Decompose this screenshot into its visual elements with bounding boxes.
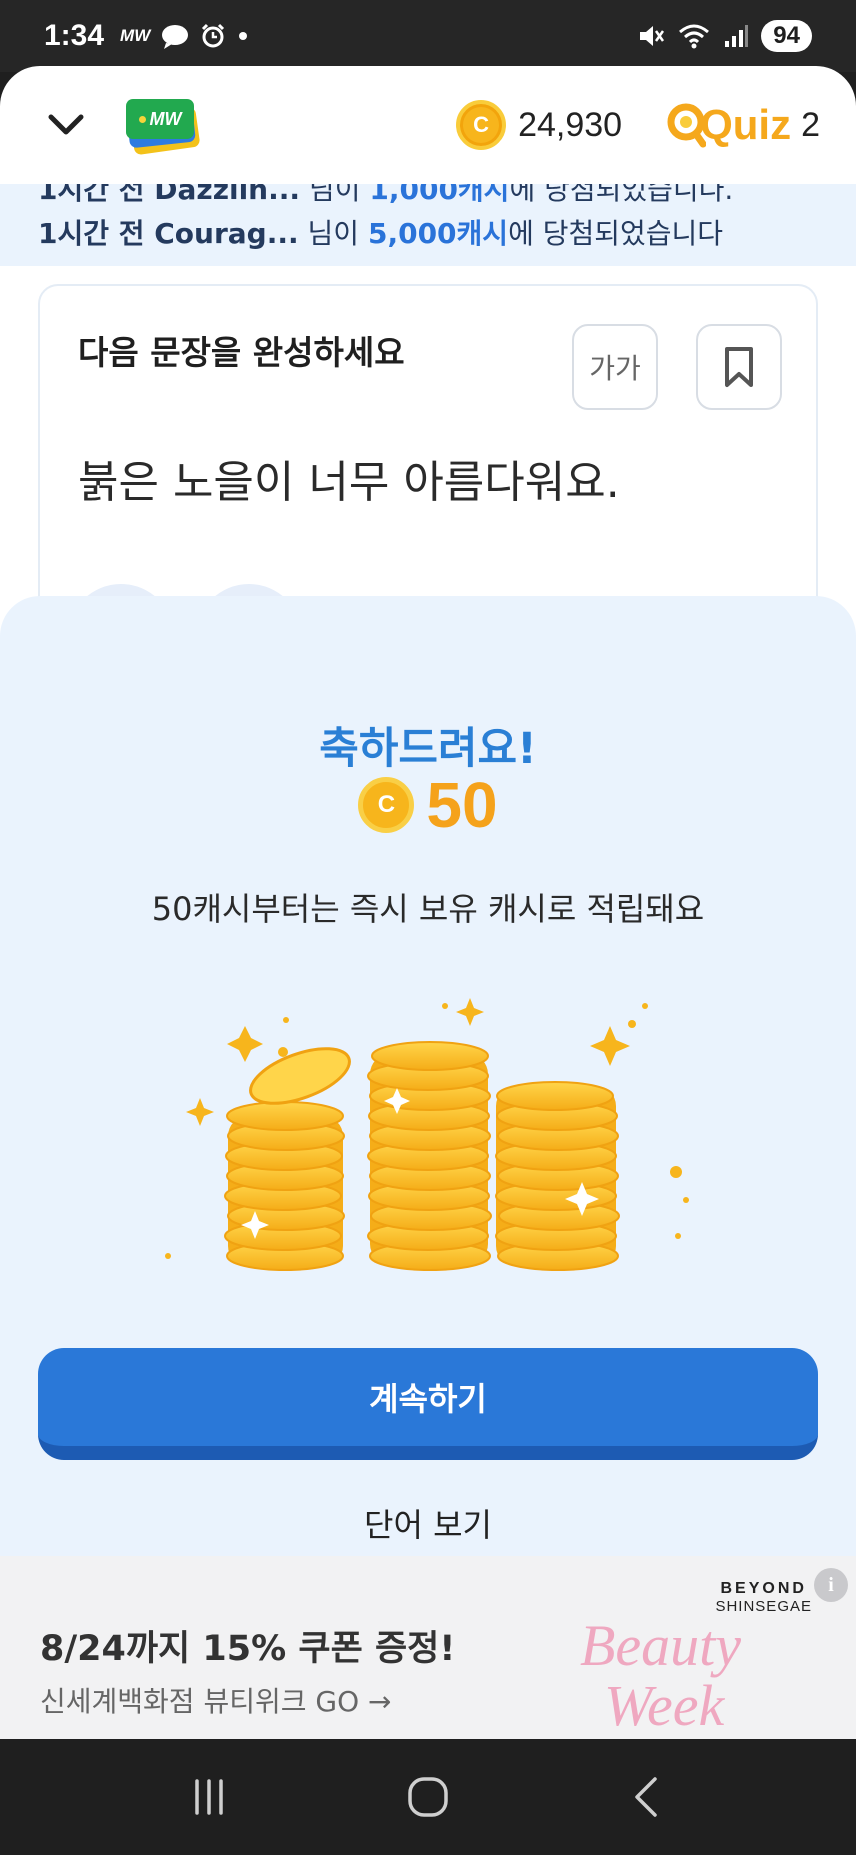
back-icon — [634, 1777, 657, 1817]
status-bar: 1:34 MW 94 — [0, 0, 856, 72]
bookmark-icon — [725, 347, 753, 387]
logo-text: MW — [149, 108, 182, 129]
app-window: MW C 24,930 Quiz 2 1시간 전 Dazzlin... 님이 1… — [0, 66, 856, 1739]
coin-stack-middle — [367, 1041, 492, 1271]
chevron-down-icon — [48, 114, 84, 135]
coin-symbol: C — [473, 112, 490, 137]
ticker-amount: 5,000캐시 — [367, 217, 509, 250]
signal-icon — [725, 25, 749, 47]
ticker-user: 1시간 전 Dazzlin... — [38, 184, 301, 206]
mute-icon — [640, 26, 665, 46]
ticker-user: 1시간 전 Courag... — [38, 217, 299, 250]
ad-banner[interactable]: 8/24까지 15% 쿠폰 증정! 신세계백화점 뷰티위크 GO → BEYON… — [0, 1556, 856, 1739]
recent-apps-button[interactable] — [169, 1757, 249, 1837]
font-size-label: 가가 — [589, 352, 641, 385]
question-card: 다음 문장을 완성하세요 가가 붉은 노을이 너무 아름다워요. — [38, 284, 818, 690]
quiz-counter[interactable]: Quiz 2 — [666, 101, 820, 149]
app-header: MW C 24,930 Quiz 2 — [0, 66, 856, 184]
header-stats: C 24,930 Quiz 2 — [456, 100, 820, 150]
collapse-button[interactable] — [36, 95, 96, 155]
font-size-button[interactable]: 가가 — [572, 324, 658, 410]
cash-balance[interactable]: 24,930 — [518, 106, 622, 145]
ticker-line: 1시간 전 Dazzlin... 님이 1,000캐시에 당첨되었습니다. — [38, 184, 856, 212]
coin-stack-left — [224, 1047, 351, 1271]
coin-stack-right — [495, 1081, 620, 1271]
recent-apps-icon — [195, 1779, 224, 1815]
wifi-icon — [679, 24, 710, 49]
chat-notification-icon — [162, 25, 189, 49]
reward-description: 50캐시부터는 즉시 보유 캐시로 적립돼요 — [151, 890, 705, 928]
ticker-mid: 님이 — [298, 217, 368, 250]
mw-notification-icon: MW — [120, 26, 151, 45]
question-prompt: 다음 문장을 완성하세요 — [78, 333, 405, 372]
reward-modal: 축하드려요! C 50 50캐시부터는 즉시 보유 캐시로 적립돼요 계속하기 … — [0, 596, 856, 1556]
modal-title: 축하드려요! — [319, 724, 537, 774]
bookmark-button[interactable] — [696, 324, 782, 410]
ad-visual-line1: Beauty — [580, 1613, 742, 1678]
home-button[interactable] — [388, 1757, 468, 1837]
ticker-suffix: 에 당첨되었습니다 — [508, 217, 724, 250]
coin-stacks-illustration — [165, 998, 689, 1271]
system-nav-bar — [0, 1739, 856, 1855]
status-notification-icons: MW — [120, 23, 250, 49]
logo-card-green: MW — [126, 99, 194, 139]
ad-info-icon[interactable]: i — [814, 1568, 848, 1602]
quiz-count: 2 — [801, 105, 820, 144]
coin-icon: C — [358, 777, 415, 833]
reward-amount: 50 — [426, 769, 498, 841]
status-time: 1:34 — [44, 19, 105, 52]
ticker-suffix: 에 당첨되었습니다. — [509, 184, 734, 206]
winner-ticker: 1시간 전 Dazzlin... 님이 1,000캐시에 당첨되었습니다. 1시… — [0, 184, 856, 266]
continue-label: 계속하기 — [369, 1380, 487, 1418]
ticker-amount: 1,000캐시 — [369, 184, 510, 206]
ad-visual-line2: Week — [604, 1673, 725, 1738]
ad-title: 8/24까지 15% 쿠폰 증정! — [40, 1629, 456, 1669]
coin-symbol: C — [377, 791, 396, 818]
status-system-icons: 94 — [637, 20, 812, 52]
dot-icon — [239, 32, 248, 40]
view-word-button[interactable]: 단어 보기 — [0, 1500, 856, 1546]
quiz-label: Quiz — [700, 101, 792, 148]
question-sentence: 붉은 노을이 너무 아름다워요. — [78, 457, 620, 508]
back-button[interactable] — [607, 1757, 687, 1837]
ad-brand-line1: BEYOND — [720, 1580, 807, 1597]
alarm-icon — [202, 23, 225, 48]
reward-amount-row: C 50 — [0, 768, 856, 842]
ad-visual: Beauty Week — [580, 1616, 741, 1736]
ticker-line: 1시간 전 Courag... 님이 5,000캐시에 당첨되었습니다 — [38, 212, 856, 256]
battery-indicator: 94 — [761, 20, 812, 52]
ad-brand-logo: BEYOND SHINSEGAE — [715, 1580, 812, 1615]
app-logo[interactable]: MW — [124, 97, 204, 156]
ticker-mid: 님이 — [300, 184, 370, 206]
ad-subtitle[interactable]: 신세계백화점 뷰티위크 GO → — [40, 1680, 392, 1720]
continue-button[interactable]: 계속하기 — [38, 1348, 818, 1460]
logo-dot — [138, 115, 146, 123]
home-icon — [408, 1777, 448, 1817]
coin-icon: C — [456, 100, 507, 150]
